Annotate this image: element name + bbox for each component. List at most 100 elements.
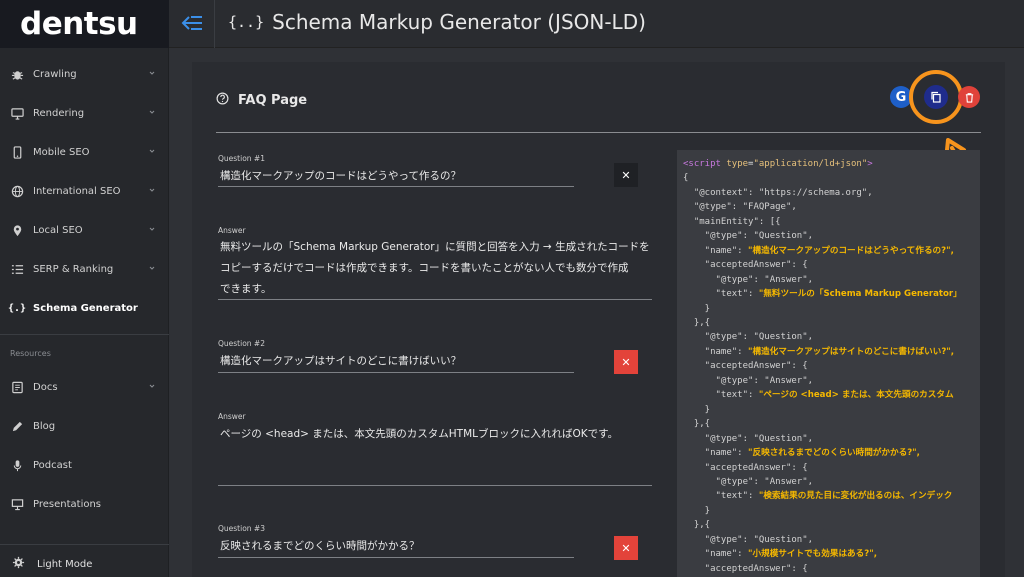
close-icon: ✕ (621, 168, 631, 182)
collapse-sidebar-icon[interactable] (180, 12, 206, 34)
input-underline (218, 372, 574, 373)
chevron-down-icon (147, 381, 157, 391)
sidebar-divider (0, 334, 169, 335)
code-string: "構造化マークアップのコードはどうやって作るの?", (748, 245, 954, 256)
close-icon: ✕ (621, 355, 631, 369)
code-string: "検索結果の見た目に変化が出るのは、インデック (758, 491, 953, 502)
code-line: "text": (683, 390, 759, 401)
braces-icon: {..} (228, 13, 265, 31)
code-line: "name": (683, 346, 749, 357)
code-line: "@type": "Answer", (683, 476, 814, 487)
sidebar-item-presentations[interactable]: Presentations (0, 485, 169, 523)
list-icon (10, 262, 24, 276)
highlight-circle (909, 70, 963, 124)
answer-textarea[interactable]: ページの <head> または、本文先頭のカスタムHTMLブロックに入れればOK… (220, 424, 660, 445)
delete-button[interactable] (958, 86, 980, 108)
code-string: "構造化マークアップはサイトのどこに書けばいい?", (748, 346, 955, 357)
remove-question-button[interactable]: ✕ (614, 350, 638, 374)
gear-icon (12, 556, 25, 572)
dentsu-logo[interactable]: dentsu (0, 0, 169, 48)
code-line: } (683, 404, 711, 415)
braces-icon: {.} (7, 302, 27, 314)
section-header: FAQ Page (216, 92, 307, 109)
sidebar-item-mobile-seo[interactable]: Mobile SEO (0, 133, 169, 171)
input-underline (218, 557, 574, 558)
code-line: "@type": "FAQPage", (683, 202, 797, 213)
input-underline (218, 186, 574, 187)
question-label: Question #2 (218, 339, 265, 348)
answer-textarea[interactable]: 無料ツールの「Schema Markup Generator」に質問と回答を入力… (220, 237, 660, 300)
light-mode-label: Light Mode (37, 558, 93, 570)
code-line: },{ (683, 520, 711, 531)
question-label: Question #3 (218, 524, 265, 533)
sidebar-item-international-seo[interactable]: International SEO (0, 172, 169, 210)
code-line: "acceptedAnswer": { (683, 260, 808, 271)
sidebar-item-label: Blog (33, 420, 56, 432)
sidebar-item-schema-generator[interactable]: {.} Schema Generator (0, 289, 169, 327)
code-line: "@context": "https://schema.org", (683, 187, 873, 198)
code-line: "@type": "Question", (683, 433, 814, 444)
code-line: "text": (683, 289, 759, 300)
answer-line: コピーするだけでコードは作成できます。コードを書いたことがない人でも数分で作成 (220, 262, 629, 274)
code-line: "@type": "Question", (683, 231, 814, 242)
sidebar-item-label: Mobile SEO (33, 146, 90, 158)
sidebar-item-podcast[interactable]: Podcast (0, 446, 169, 484)
code-line: "@type": "Question", (683, 534, 814, 545)
code-line: "mainEntity": [{ (683, 216, 781, 227)
code-line: "name": (683, 549, 749, 560)
code-line: "name": (683, 448, 749, 459)
remove-question-button[interactable]: ✕ (614, 536, 638, 560)
code-line: "text": (683, 491, 759, 502)
sidebar-item-crawling[interactable]: Crawling (0, 55, 169, 93)
question-input[interactable]: 構造化マークアップはサイトのどこに書けばいい？ (220, 351, 461, 372)
book-icon (10, 380, 24, 394)
chevron-down-icon (147, 224, 157, 234)
question-input[interactable]: 構造化マークアップのコードはどうやって作るの？ (220, 166, 461, 187)
page-title-text: Schema Markup Generator (JSON-LD) (272, 10, 646, 34)
code-string: "反映されるまでどのくらい時間がかかる?", (748, 448, 920, 459)
remove-question-button[interactable]: ✕ (614, 163, 638, 187)
chevron-down-icon (147, 146, 157, 156)
bug-icon (10, 67, 24, 81)
code-string: "ページの <head> または、本文先頭のカスタム (758, 390, 954, 401)
sidebar-item-blog[interactable]: Blog (0, 407, 169, 445)
question-input[interactable]: 反映されるまでどのくらい時間がかかる？ (220, 536, 420, 557)
sidebar-item-label: Rendering (33, 107, 85, 119)
code-line: "acceptedAnswer": { (683, 563, 808, 574)
code-line: { (683, 173, 689, 184)
globe-icon (10, 184, 24, 198)
question-label: Question #1 (218, 154, 265, 163)
sidebar-item-label: International SEO (33, 185, 121, 197)
light-mode-toggle[interactable]: Light Mode (0, 551, 169, 577)
resources-heading: Resources (10, 349, 51, 358)
answer-line: 無料ツールの「Schema Markup Generator」に質問と回答を入力… (220, 241, 650, 253)
pencil-icon (10, 419, 24, 433)
answer-label: Answer (218, 412, 246, 421)
mobile-icon (10, 145, 24, 159)
code-tag-close: > (867, 159, 873, 169)
sidebar-item-docs[interactable]: Docs (0, 368, 169, 406)
code-line: },{ (683, 317, 711, 328)
sidebar-divider (0, 544, 169, 545)
sidebar-item-serp-ranking[interactable]: SERP & Ranking (0, 250, 169, 288)
input-underline (218, 299, 652, 300)
top-bar: dentsu {..} Schema Markup Generator (JSO… (0, 0, 1024, 48)
chevron-down-icon (147, 185, 157, 195)
code-line: "@type": "Answer", (683, 274, 814, 285)
page-title: {..} Schema Markup Generator (JSON-LD) (228, 10, 646, 34)
answer-line: ページの <head> または、本文先頭のカスタムHTMLブロックに入れればOK… (220, 428, 619, 440)
header-divider (216, 132, 981, 133)
sidebar-item-label: Crawling (33, 68, 77, 80)
code-line: "acceptedAnswer": { (683, 462, 808, 473)
sidebar-item-rendering[interactable]: Rendering (0, 94, 169, 132)
help-circle-icon (216, 92, 229, 109)
mic-icon (10, 458, 24, 472)
input-underline (218, 485, 652, 486)
pin-icon (10, 223, 24, 237)
code-line: "acceptedAnswer": { (683, 361, 808, 372)
sidebar-item-local-seo[interactable]: Local SEO (0, 211, 169, 249)
sidebar-item-label: SERP & Ranking (33, 263, 114, 275)
answer-label: Answer (218, 226, 246, 235)
monitor-icon (10, 106, 24, 120)
json-ld-code-output[interactable]: <script type="application/ld+json"> { "@… (677, 150, 980, 577)
